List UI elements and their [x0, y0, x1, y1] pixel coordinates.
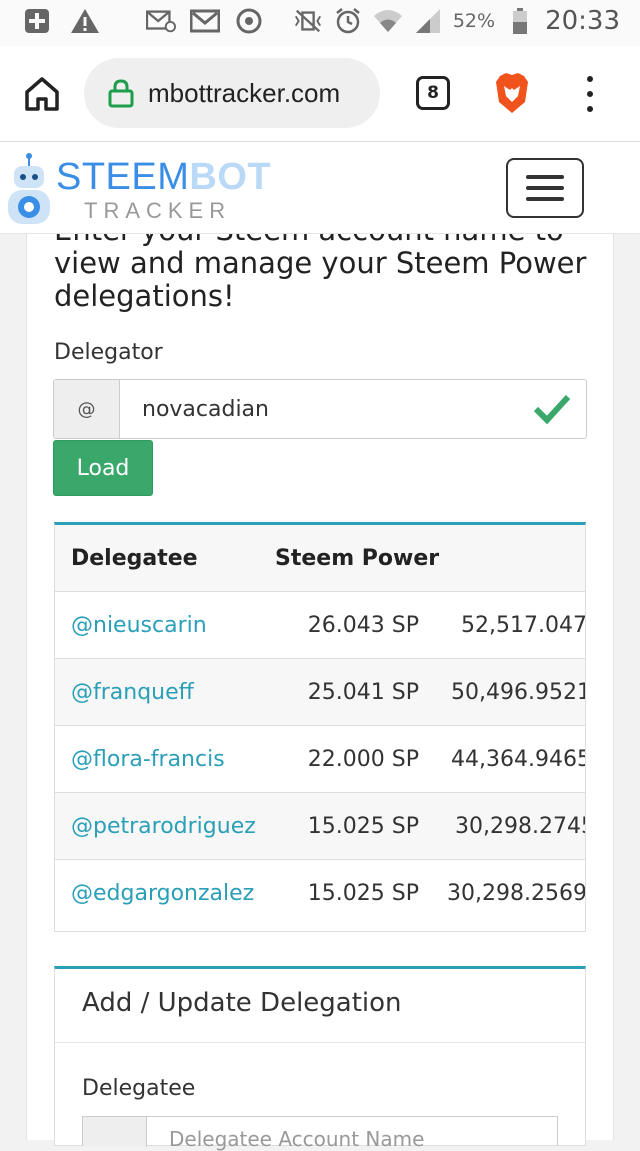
table-header-row: Delegatee Steem Power — [55, 525, 585, 592]
sync-icon — [234, 6, 264, 36]
vests-cell: 30,298.25697 — [447, 881, 586, 906]
plus-icon — [22, 6, 52, 36]
delegator-input-group: @ novacadian — [53, 379, 587, 439]
panel-divider — [55, 1042, 585, 1043]
vests-cell: 50,496.95215 — [451, 680, 585, 705]
warning-icon — [70, 6, 100, 36]
brave-shields-button[interactable] — [494, 72, 530, 114]
browser-toolbar: mbottracker.com 8 — [0, 46, 640, 142]
column-header-steem-power: Steem Power — [275, 546, 440, 571]
delegatee-link[interactable]: @flora-francis — [71, 726, 225, 793]
mail-at-icon — [146, 6, 176, 36]
delegatee-input-group: Delegatee Account Name — [82, 1116, 558, 1151]
delegations-table: Delegatee Steem Power @nieuscarin 26.043… — [54, 522, 586, 932]
steem-power-cell: 22.000 SP — [307, 747, 419, 772]
delegator-label: Delegator — [54, 340, 163, 365]
mute-vibrate-icon — [293, 6, 323, 36]
steem-power-cell: 25.041 SP — [307, 680, 419, 705]
steem-power-cell: 26.043 SP — [307, 613, 419, 638]
vests-cell: 30,298.27459 — [455, 814, 585, 839]
battery-icon — [505, 6, 535, 36]
logo-wordmark[interactable]: STEEMBOT — [56, 156, 271, 199]
address-bar[interactable]: mbottracker.com — [84, 58, 380, 128]
url-text: mbottracker.com — [148, 77, 341, 108]
delegatee-label: Delegatee — [82, 1076, 196, 1101]
column-header-delegatee: Delegatee — [71, 546, 198, 571]
vests-cell: 44,364.94657 — [451, 747, 585, 772]
site-navbar: STEEMBOT TRACKER — [0, 142, 640, 234]
battery-percentage: 52% — [452, 10, 496, 32]
tab-switcher-button[interactable]: 8 — [416, 76, 450, 110]
at-addon: @ — [54, 380, 120, 438]
delegator-input[interactable]: novacadian — [120, 380, 532, 438]
steem-power-cell: 15.025 SP — [307, 814, 419, 839]
vests-cell: 52,517.04777 — [461, 613, 586, 638]
alarm-icon — [333, 6, 363, 36]
logo-subtitle: TRACKER — [84, 198, 232, 223]
signal-icon — [413, 6, 443, 36]
delegatee-link[interactable]: @franqueff — [71, 659, 194, 726]
table-row: @nieuscarin 26.043 SP 52,517.04777 — [55, 592, 586, 659]
status-bar: 52% 20:33 — [0, 0, 640, 46]
delegatee-input[interactable]: Delegatee Account Name — [147, 1117, 424, 1151]
valid-check-icon — [533, 394, 571, 425]
brave-lion-icon — [496, 73, 528, 113]
home-icon — [25, 77, 59, 111]
overflow-menu-button[interactable] — [578, 76, 602, 112]
gmail-icon — [190, 6, 220, 36]
steem-power-cell: 15.025 SP — [307, 881, 419, 906]
wifi-icon — [373, 6, 403, 36]
clock: 20:33 — [545, 6, 620, 36]
navbar-toggle-button[interactable] — [506, 158, 584, 218]
lock-icon — [108, 79, 134, 108]
load-button[interactable]: Load — [53, 440, 153, 496]
table-row: @franqueff 25.041 SP 50,496.95215 — [55, 659, 585, 726]
robot-logo-icon[interactable] — [4, 152, 54, 230]
table-row: @petrarodriguez 15.025 SP 30,298.27459 — [55, 793, 585, 860]
home-button[interactable] — [22, 74, 62, 114]
table-row: @edgargonzalez 15.025 SP 30,298.25697 — [55, 860, 586, 927]
add-update-title: Add / Update Delegation — [82, 988, 402, 1018]
at-addon — [83, 1117, 147, 1147]
table-row: @flora-francis 22.000 SP 44,364.94657 — [55, 726, 585, 793]
delegatee-link[interactable]: @nieuscarin — [71, 592, 207, 659]
